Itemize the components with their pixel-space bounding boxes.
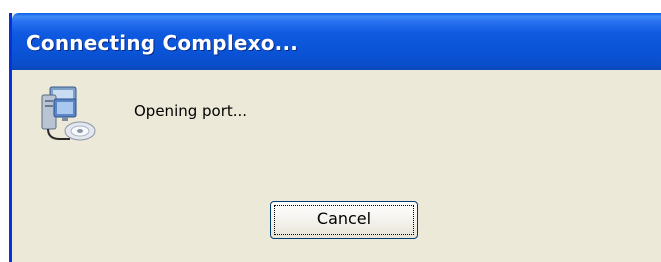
connecting-dialog: Connecting Complexo... Opening port... C… <box>9 13 661 262</box>
status-message: Opening port... <box>134 102 248 120</box>
title-bar[interactable]: Connecting Complexo... <box>12 13 661 70</box>
window-title: Connecting Complexo... <box>26 31 299 55</box>
cancel-button[interactable]: Cancel <box>270 201 418 239</box>
network-computer-icon <box>36 83 98 145</box>
cancel-button-label: Cancel <box>316 209 372 228</box>
